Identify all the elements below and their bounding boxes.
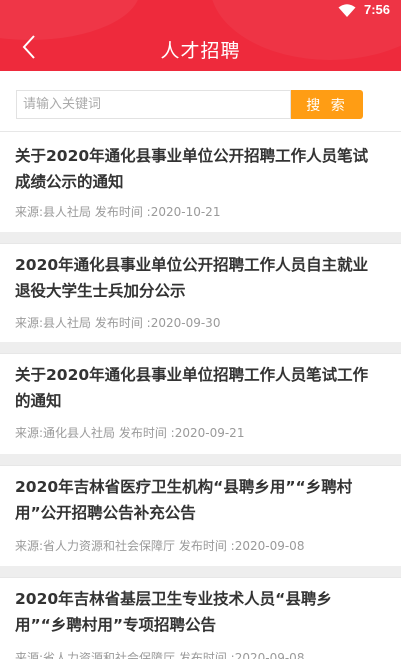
list-divider bbox=[0, 232, 401, 243]
news-title-line: 2020年吉林省基层卫生专业技术人员“县聘乡 bbox=[15, 590, 332, 608]
news-title: 关于2020年通化县事业单位公开招聘工作人员笔试 成绩公示的通知 bbox=[15, 143, 385, 195]
status-bar: 7:56 bbox=[0, 0, 401, 22]
search-button[interactable]: 搜 索 bbox=[291, 90, 363, 119]
news-meta: 来源:省人力资源和社会保障厅 发布时间 :2020-09-08 bbox=[15, 539, 305, 553]
list-divider bbox=[0, 342, 401, 353]
news-meta: 来源:县人社局 发布时间 :2020-10-21 bbox=[15, 205, 221, 219]
list-item[interactable]: 2020年通化县事业单位公开招聘工作人员自主就业 退役大学生士兵加分公示 来源:… bbox=[0, 243, 401, 342]
list-item[interactable]: 关于2020年通化县事业单位公开招聘工作人员笔试 成绩公示的通知 来源:县人社局… bbox=[0, 131, 401, 232]
list-item[interactable]: 2020年吉林省医疗卫生机构“县聘乡用”“乡聘村 用”公开招聘公告补充公告 来源… bbox=[0, 465, 401, 566]
news-title: 2020年吉林省基层卫生专业技术人员“县聘乡 用”“乡聘村用”专项招聘公告 bbox=[15, 586, 385, 638]
news-meta: 来源:省人力资源和社会保障厅 发布时间 :2020-09-08 bbox=[15, 651, 305, 659]
news-title-line: 成绩公示的通知 bbox=[15, 173, 124, 191]
list-item[interactable]: 2020年吉林省基层卫生专业技术人员“县聘乡 用”“乡聘村用”专项招聘公告 来源… bbox=[0, 577, 401, 659]
wifi-icon bbox=[338, 4, 356, 17]
news-title: 关于2020年通化县事业单位招聘工作人员笔试工作 的通知 bbox=[15, 362, 385, 414]
list-divider bbox=[0, 566, 401, 577]
news-title-line: 退役大学生士兵加分公示 bbox=[15, 282, 186, 300]
news-title-line: 用”公开招聘公告补充公告 bbox=[15, 504, 196, 522]
news-title: 2020年通化县事业单位公开招聘工作人员自主就业 退役大学生士兵加分公示 bbox=[15, 252, 385, 304]
list-divider bbox=[0, 454, 401, 465]
news-meta: 来源:县人社局 发布时间 :2020-09-30 bbox=[15, 316, 221, 330]
news-title: 2020年吉林省医疗卫生机构“县聘乡用”“乡聘村 用”公开招聘公告补充公告 bbox=[15, 474, 385, 526]
news-meta: 来源:通化县人社局 发布时间 :2020-09-21 bbox=[15, 426, 245, 440]
status-time: 7:56 bbox=[364, 2, 391, 17]
header-bar: 7:56 人才招聘 bbox=[0, 0, 401, 71]
search-input[interactable] bbox=[16, 90, 291, 119]
news-title-line: 2020年吉林省医疗卫生机构“县聘乡用”“乡聘村 bbox=[15, 478, 353, 496]
news-title-line: 2020年通化县事业单位公开招聘工作人员自主就业 bbox=[15, 256, 369, 274]
news-title-line: 的通知 bbox=[15, 392, 62, 410]
list-item[interactable]: 关于2020年通化县事业单位招聘工作人员笔试工作 的通知 来源:通化县人社局 发… bbox=[0, 353, 401, 454]
search-bar: 搜 索 bbox=[0, 71, 401, 131]
page-title: 人才招聘 bbox=[160, 40, 241, 62]
app-screen: 7:56 人才招聘 搜 索 关于2020年通化县事业单位公开招聘工作人员笔试 成… bbox=[0, 0, 401, 659]
news-title-line: 用”“乡聘村用”专项招聘公告 bbox=[15, 616, 217, 634]
news-title-line: 关于2020年通化县事业单位公开招聘工作人员笔试 bbox=[15, 147, 369, 165]
news-title-line: 关于2020年通化县事业单位招聘工作人员笔试工作 bbox=[15, 366, 369, 384]
